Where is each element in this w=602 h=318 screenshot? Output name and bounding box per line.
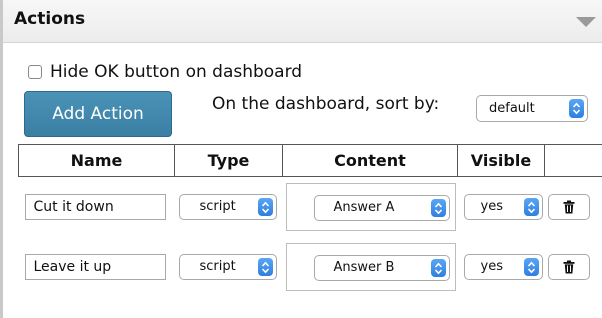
visible-select[interactable]: yes (463, 254, 543, 280)
delete-cell (544, 177, 602, 238)
select-stepper-icon (430, 199, 446, 217)
select-stepper-icon (257, 198, 273, 216)
hide-ok-label: Hide OK button on dashboard (50, 62, 303, 82)
name-cell: Leave it up (18, 237, 175, 297)
content-select[interactable]: Answer B (313, 255, 450, 281)
type-cell: script (174, 237, 283, 297)
visible-select[interactable]: yes (463, 194, 543, 220)
sort-by-value: default (489, 101, 535, 116)
name-cell: Cut it down (18, 177, 175, 238)
triangle-down-icon[interactable] (576, 17, 596, 27)
header-delete (544, 144, 602, 177)
header-content: Content (282, 144, 458, 177)
action-name-input[interactable]: Leave it up (24, 254, 166, 280)
actions-table: Name Type Content Visible Cut it down sc… (18, 144, 602, 297)
header-name: Name (18, 144, 175, 177)
action-name-input[interactable]: Cut it down (24, 194, 166, 220)
select-stepper-icon (430, 259, 446, 277)
visible-cell: yes (457, 177, 545, 238)
actions-panel-header[interactable]: Actions (3, 0, 602, 43)
hide-ok-option[interactable]: Hide OK button on dashboard (28, 61, 302, 83)
visible-value: yes (480, 259, 503, 274)
content-value: Answer B (333, 260, 395, 275)
type-value: script (199, 259, 236, 274)
trash-icon (563, 260, 574, 274)
hide-ok-checkbox[interactable] (28, 65, 42, 79)
content-cell: Answer B (283, 237, 458, 297)
table-row: Cut it down script Answer A yes (18, 177, 602, 238)
visible-value: yes (480, 199, 503, 214)
panel-left-border (0, 0, 3, 318)
delete-action-button[interactable] (547, 254, 590, 280)
type-value: script (199, 199, 236, 214)
type-cell: script (174, 177, 283, 238)
content-value: Answer A (333, 200, 395, 215)
add-action-button[interactable]: Add Action (24, 91, 172, 137)
sort-by-label: On the dashboard, sort by: (212, 94, 440, 114)
select-stepper-icon (523, 258, 539, 276)
trash-icon (563, 200, 574, 214)
visible-cell: yes (457, 237, 545, 297)
select-stepper-icon (569, 99, 584, 118)
panel-title: Actions (14, 9, 86, 29)
select-stepper-icon (523, 198, 539, 216)
sort-by-select[interactable]: default (476, 95, 588, 122)
type-select[interactable]: script (178, 194, 277, 220)
select-stepper-icon (257, 258, 273, 276)
content-select[interactable]: Answer A (313, 195, 450, 221)
header-visible: Visible (457, 144, 545, 177)
type-select[interactable]: script (178, 254, 277, 280)
delete-action-button[interactable] (547, 194, 590, 220)
content-cell: Answer A (283, 177, 458, 238)
table-header-row: Name Type Content Visible (18, 144, 602, 177)
delete-cell (544, 237, 602, 297)
table-row: Leave it up script Answer B yes (18, 237, 602, 297)
header-type: Type (174, 144, 283, 177)
